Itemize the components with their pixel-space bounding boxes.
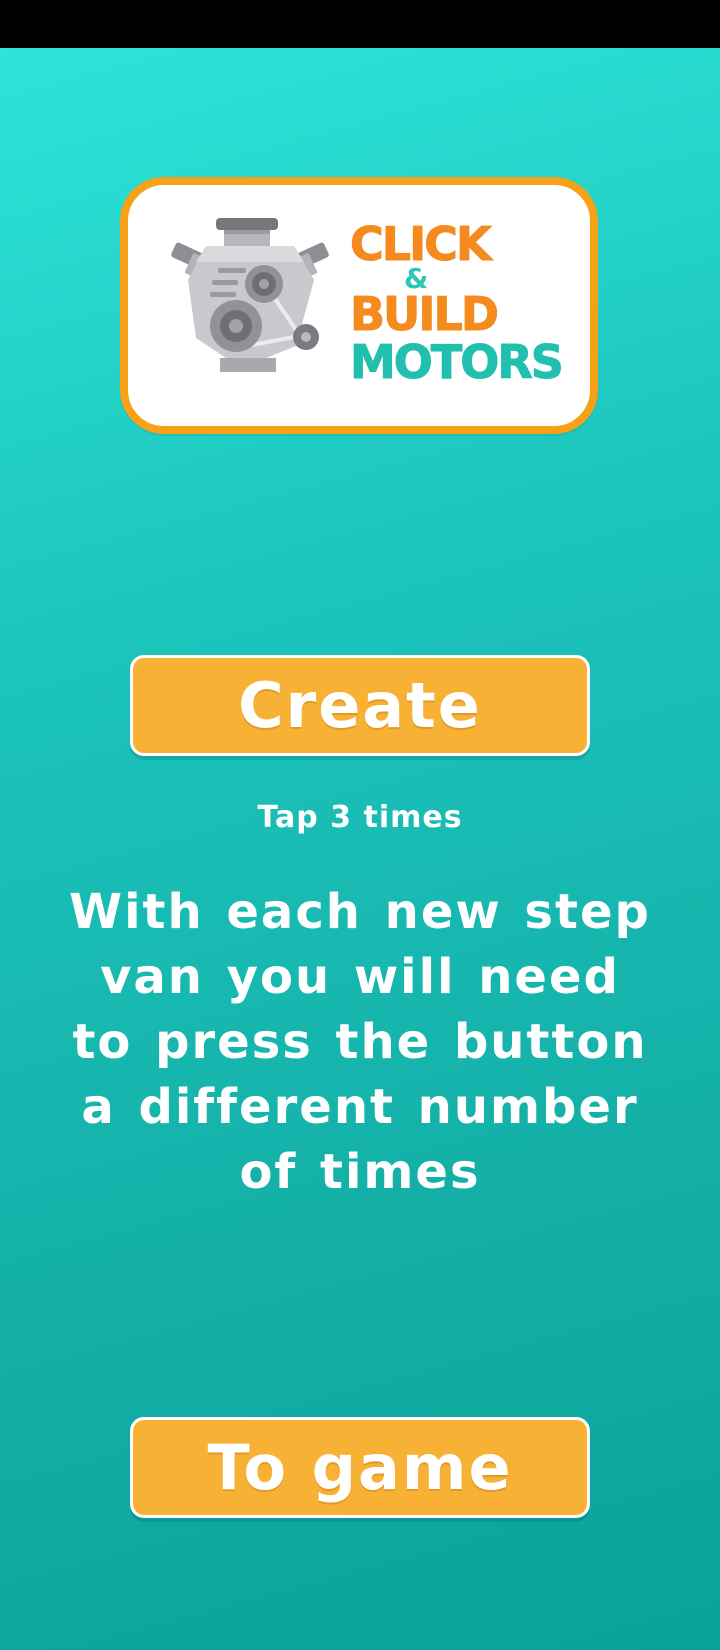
logo-word-click: CLICK — [350, 217, 493, 271]
logo-word-build: BUILD — [350, 287, 500, 341]
logo-title: CLICK & BUILD MOTORS — [350, 217, 580, 389]
tap-count-hint: Tap 3 times — [257, 800, 463, 835]
instruction-text: With each new step van you will need to … — [69, 884, 651, 1200]
game-logo: CLICK & BUILD MOTORS — [120, 177, 598, 434]
to-game-button[interactable]: To game — [130, 1417, 590, 1518]
status-bar — [0, 0, 720, 48]
main-screen: CLICK & BUILD MOTORS Create Tap 3 times … — [0, 48, 720, 1650]
logo-word-motors: MOTORS — [350, 335, 565, 389]
engine-icon — [171, 218, 329, 372]
create-button[interactable]: Create — [130, 655, 590, 756]
